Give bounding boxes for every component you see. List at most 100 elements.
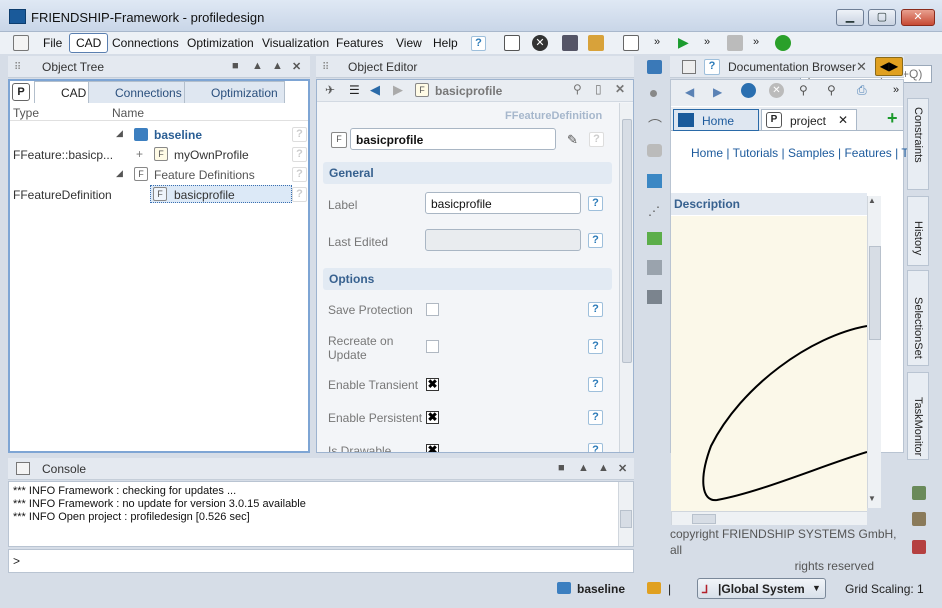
panel-float-icon[interactable]: ■	[232, 60, 239, 72]
tab-close-icon[interactable]: ✕	[838, 113, 848, 127]
help-icon[interactable]: ?	[471, 36, 486, 51]
more-icon[interactable]: »	[654, 36, 660, 48]
panel-up-icon[interactable]: ▲	[252, 60, 263, 72]
tab-close-icon[interactable]: ✕	[856, 59, 867, 75]
tools-icon[interactable]	[647, 260, 662, 275]
add-tab-icon[interactable]: +	[887, 109, 898, 127]
maximize-button[interactable]: ▢	[868, 9, 896, 26]
link-samples[interactable]: Samples	[788, 146, 835, 160]
enable-transient-checkbox[interactable]: ✖	[426, 378, 439, 391]
print-icon[interactable]: ⎙	[857, 83, 867, 98]
back-icon[interactable]: ◀	[685, 85, 694, 99]
panel-close-icon[interactable]: ✕	[292, 60, 301, 73]
point-icon[interactable]	[650, 90, 657, 97]
link-features[interactable]: Features	[844, 146, 891, 160]
curve-icon[interactable]: ⌒	[648, 116, 662, 136]
link-tutorials[interactable]: Tutorials	[733, 146, 779, 160]
save-icon[interactable]	[562, 35, 578, 51]
more-icon[interactable]: »	[753, 36, 759, 48]
status-icon-tan[interactable]	[912, 512, 926, 526]
label-input[interactable]: basicprofile	[425, 192, 581, 214]
scrollbar-thumb[interactable]	[692, 514, 716, 524]
image-icon[interactable]	[647, 174, 662, 188]
drag-handle-icon[interactable]: ⠿	[14, 62, 21, 73]
section-general[interactable]: General	[323, 162, 612, 184]
console-scrollbar[interactable]	[618, 482, 633, 546]
back-icon[interactable]: ◀	[370, 82, 380, 98]
section-options[interactable]: Options	[323, 268, 612, 290]
menu-features[interactable]: Features	[336, 36, 383, 50]
enable-persistent-checkbox[interactable]: ✖	[426, 411, 439, 424]
menu-connections[interactable]: Connections	[112, 36, 179, 50]
help-icon[interactable]: ?	[588, 410, 603, 425]
close-icon[interactable]: ✕	[615, 82, 625, 96]
edit-icon[interactable]	[727, 35, 743, 51]
zoom-in-icon[interactable]: ⚲	[827, 83, 836, 97]
sidetab-history[interactable]: History	[907, 196, 929, 266]
collapse-icon[interactable]: ◢	[116, 128, 123, 139]
help-icon[interactable]: ?	[588, 443, 603, 452]
menu-optimization[interactable]: Optimization	[187, 36, 254, 50]
scrollbar-thumb[interactable]	[620, 510, 632, 528]
more-icon[interactable]: »	[704, 36, 710, 48]
edit-icon[interactable]: ✎	[567, 132, 578, 148]
menu-help[interactable]: Help	[433, 36, 458, 50]
editor-scrollbar[interactable]	[619, 103, 633, 452]
save-all-icon[interactable]	[588, 35, 604, 51]
forward-icon[interactable]: ▶	[713, 85, 722, 99]
help-icon[interactable]: ?	[588, 302, 603, 317]
sidetab-constraints[interactable]: Constraints	[907, 98, 929, 190]
panel-down-icon[interactable]: ▲	[598, 462, 609, 474]
panel-up-icon[interactable]: ▲	[578, 462, 589, 474]
tree-row[interactable]: ◢ F Feature Definitions ?	[10, 165, 308, 185]
tab-project[interactable]: P project ✕	[761, 109, 857, 131]
browser-scrollbar[interactable]: ▲ ▼	[867, 196, 881, 508]
sidetab-selectionset[interactable]: SelectionSet	[907, 270, 929, 366]
help-icon[interactable]: ?	[588, 233, 603, 248]
project-icon[interactable]: P	[12, 83, 30, 101]
status-icon-green[interactable]	[912, 486, 926, 500]
document-icon[interactable]: ▯	[595, 82, 602, 96]
collapse-icon[interactable]: ◢	[116, 168, 123, 179]
column-name[interactable]: Name	[112, 106, 144, 120]
new-window-icon[interactable]	[504, 35, 520, 51]
folder-icon[interactable]	[647, 582, 661, 594]
help-icon[interactable]: ?	[588, 196, 603, 211]
help-icon[interactable]: ?	[292, 187, 307, 202]
console-input[interactable]: >	[8, 549, 634, 573]
scrollbar-thumb[interactable]	[622, 119, 632, 363]
table-icon[interactable]	[647, 232, 662, 245]
is-drawable-checkbox[interactable]: ✖	[426, 444, 439, 452]
recreate-checkbox[interactable]	[426, 340, 439, 353]
expand-panel-icon[interactable]: ◀▶	[875, 57, 903, 76]
list-icon[interactable]: ☰	[349, 83, 360, 97]
scrollbar-thumb[interactable]	[869, 246, 881, 340]
column-type[interactable]: Type	[13, 106, 39, 120]
expand-icon[interactable]: +	[136, 147, 143, 161]
help-icon[interactable]: ?	[589, 132, 604, 147]
search-icon[interactable]: ⚲	[573, 82, 582, 96]
layout-icon[interactable]	[13, 35, 29, 51]
object-name-field[interactable]: basicprofile	[350, 128, 556, 150]
coordinate-system-select[interactable]: ⅃ |Global System ▼	[697, 578, 826, 599]
tab-home[interactable]: Home	[673, 109, 759, 131]
link-home[interactable]: Home	[691, 146, 723, 160]
close-button[interactable]: ✕	[901, 9, 935, 26]
help-icon[interactable]: ?	[588, 339, 603, 354]
help-icon[interactable]: ?	[292, 127, 307, 142]
help-icon[interactable]: ?	[704, 59, 720, 75]
dotted-line-icon[interactable]: ⋰	[648, 204, 660, 218]
forward-icon[interactable]: ▶	[393, 82, 403, 98]
help-icon[interactable]: ?	[292, 147, 307, 162]
help-icon[interactable]: ?	[588, 377, 603, 392]
tree-row[interactable]: ◢ baseline ?	[10, 125, 308, 145]
tab-optimization[interactable]: Optimization	[184, 81, 285, 103]
check-icon[interactable]	[647, 290, 662, 304]
status-icon-red[interactable]	[912, 540, 926, 554]
menu-file[interactable]: File	[43, 36, 62, 50]
update-icon[interactable]	[775, 35, 791, 51]
status-object[interactable]: baseline	[577, 582, 625, 596]
minimize-button[interactable]: ▁	[836, 9, 864, 26]
tree-row-selected[interactable]: FFeatureDefinition F basicprofile ?	[10, 185, 308, 205]
more-icon[interactable]: »	[893, 84, 899, 96]
